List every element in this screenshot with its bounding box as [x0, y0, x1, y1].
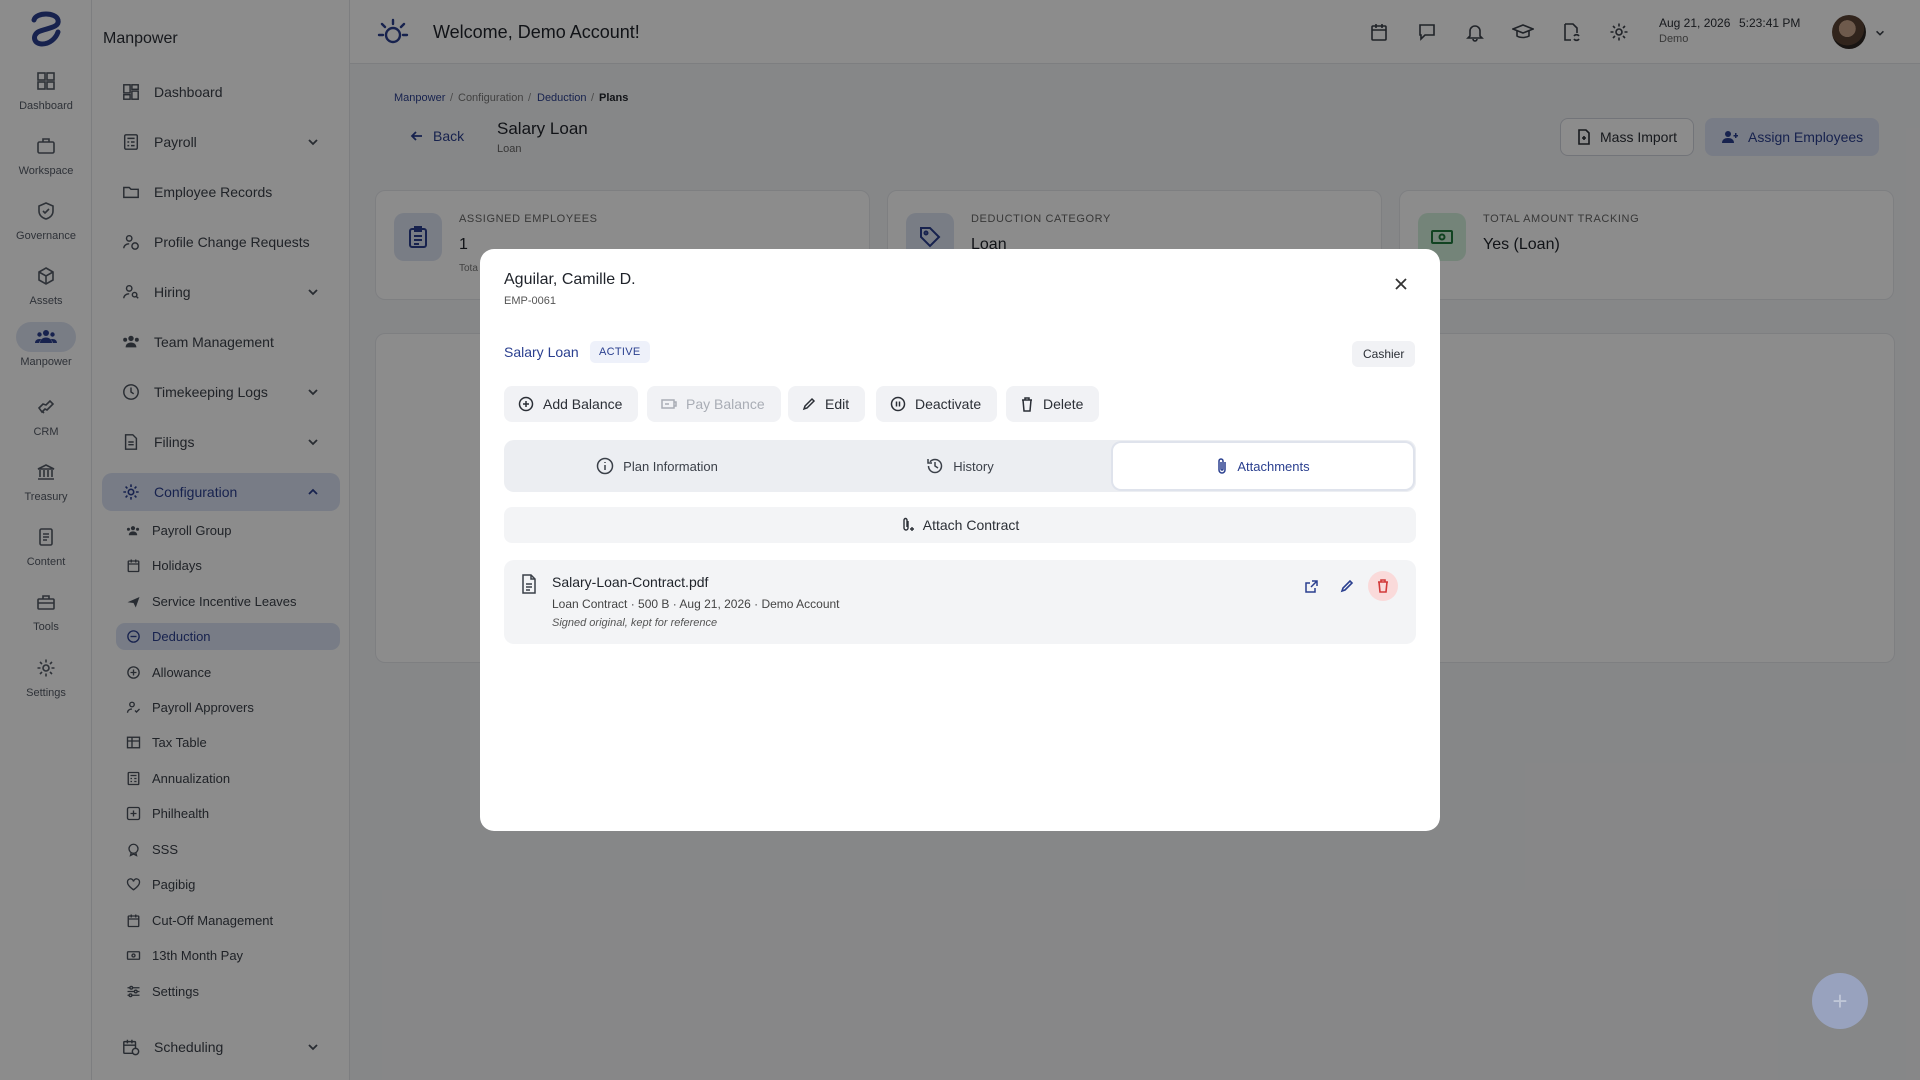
- floating-add-button: +: [1812, 973, 1868, 1029]
- tab-label: History: [953, 458, 994, 474]
- status-badge: ACTIVE: [590, 341, 650, 363]
- plan-name-link[interactable]: Salary Loan: [504, 344, 579, 360]
- add-balance-button[interactable]: Add Balance: [504, 386, 639, 422]
- history-icon: [926, 457, 944, 475]
- delete-label: Delete: [1043, 396, 1084, 412]
- paperclip-icon: [1216, 457, 1228, 475]
- edit-button[interactable]: Edit: [788, 386, 866, 422]
- add-balance-label: Add Balance: [543, 396, 623, 412]
- plus-circle-icon: [518, 396, 534, 412]
- tab-label: Attachments: [1237, 458, 1310, 474]
- tab-label: Plan Information: [623, 458, 718, 474]
- trash-icon[interactable]: [1368, 571, 1398, 601]
- pay-balance-button[interactable]: Pay Balance: [647, 386, 781, 422]
- employee-plan-modal: Aguilar, Camille D. EMP-0061 Salary Loan…: [480, 249, 1440, 831]
- attachment-meta: Loan Contract · 500 B · Aug 21, 2026 · D…: [552, 597, 840, 611]
- tab-attachments[interactable]: Attachments: [1113, 443, 1413, 489]
- attach-contract-button[interactable]: Attach Contract: [504, 507, 1416, 543]
- trash-icon: [1020, 396, 1034, 412]
- pencil-icon[interactable]: [1332, 571, 1362, 601]
- open-external-icon[interactable]: [1296, 571, 1326, 601]
- file-document-icon: [520, 574, 538, 594]
- tab-plan-information[interactable]: Plan Information: [507, 443, 807, 489]
- attach-contract-label: Attach Contract: [922, 517, 1020, 533]
- pencil-icon: [802, 397, 816, 411]
- close-icon[interactable]: [1390, 273, 1412, 295]
- employee-id: EMP-0061: [504, 295, 556, 307]
- info-icon: [596, 457, 614, 475]
- delete-button[interactable]: Delete: [1006, 386, 1100, 422]
- edit-label: Edit: [825, 396, 850, 412]
- payment-icon: [661, 397, 677, 411]
- deactivate-label: Deactivate: [915, 396, 982, 412]
- deactivate-button[interactable]: Deactivate: [876, 386, 998, 422]
- modal-tabs: Plan Information History Attachments: [504, 440, 1416, 492]
- attachment-note: Signed original, kept for reference: [552, 617, 718, 629]
- attachment-item: Salary-Loan-Contract.pdf Loan Contract ·…: [504, 560, 1416, 644]
- attach-file-icon: [901, 517, 915, 533]
- pause-circle-icon: [890, 396, 906, 412]
- employee-name: Aguilar, Camille D.: [504, 271, 636, 288]
- tab-history[interactable]: History: [810, 443, 1110, 489]
- position-tag: Cashier: [1352, 341, 1416, 367]
- attachment-file-name[interactable]: Salary-Loan-Contract.pdf: [552, 574, 708, 590]
- pay-balance-label: Pay Balance: [686, 396, 765, 412]
